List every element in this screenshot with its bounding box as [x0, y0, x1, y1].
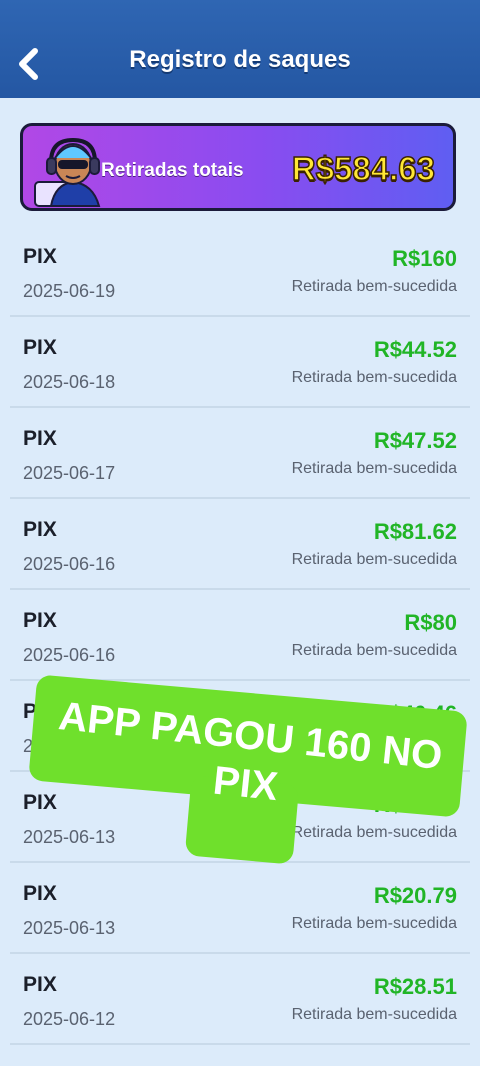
- withdrawal-status: Retirada bem-sucedida: [291, 369, 457, 386]
- withdrawal-amount: R$81.62: [373, 519, 457, 544]
- banner-label: Retiradas totais: [101, 160, 244, 181]
- withdrawal-status: Retirada bem-sucedida: [291, 824, 457, 841]
- payment-method: PIX: [23, 518, 57, 541]
- withdrawal-amount: R$40.46: [373, 701, 457, 726]
- withdrawal-status: Retirada bem-sucedida: [291, 915, 457, 932]
- total-withdrawals-banner: Retiradas totais R$584.63: [20, 123, 456, 211]
- withdrawal-amount: R$13.54: [373, 792, 457, 817]
- withdrawal-amount: R$80: [404, 610, 457, 635]
- withdrawal-date: 2025-06-17: [23, 463, 116, 483]
- withdrawal-status: Retirada bem-sucedida: [291, 733, 457, 750]
- withdrawal-status: Retirada bem-sucedida: [291, 642, 457, 659]
- payment-method: PIX: [23, 245, 57, 268]
- withdrawal-date: 2025-06-16: [23, 645, 116, 665]
- payment-method: PIX: [23, 609, 57, 632]
- withdrawal-status: Retirada bem-sucedida: [291, 1006, 457, 1023]
- withdrawal-date: 2025-06-14: [23, 736, 116, 756]
- payment-method: PIX: [23, 973, 57, 996]
- withdrawal-date: 2025-06-13: [23, 918, 116, 938]
- withdrawal-status: Retirada bem-sucedida: [291, 460, 457, 477]
- list-item: PIX 2025-06-18 R$44.52 Retirada bem-suce…: [10, 317, 470, 408]
- withdrawal-date: 2025-06-16: [23, 554, 116, 574]
- payment-method: PIX: [23, 700, 57, 723]
- withdrawal-amount: R$28.51: [373, 974, 457, 999]
- list-item: PIX 2025-06-19 R$160 Retirada bem-sucedi…: [10, 226, 470, 317]
- withdrawal-list: PIX 2025-06-19 R$160 Retirada bem-sucedi…: [10, 226, 470, 1045]
- payment-method: PIX: [23, 791, 57, 814]
- withdrawal-date: 2025-06-13: [23, 827, 116, 847]
- withdrawal-date: 2025-06-19: [23, 281, 116, 301]
- app-header: Registro de saques: [0, 0, 480, 98]
- payment-method: PIX: [23, 882, 57, 905]
- total-amount: R$584.63: [291, 149, 436, 188]
- withdrawal-date: 2025-06-12: [23, 1009, 116, 1029]
- list-item: PIX 2025-06-13 R$20.79 Retirada bem-suce…: [10, 863, 470, 954]
- withdrawal-amount: R$20.79: [373, 883, 457, 908]
- payment-method: PIX: [23, 427, 57, 450]
- withdrawal-amount: R$47.52: [373, 428, 457, 453]
- dj-avatar-icon: [34, 137, 101, 207]
- list-item: PIX 2025-06-12 R$28.51 Retirada bem-suce…: [10, 954, 470, 1045]
- list-item: PIX 2025-06-14 R$40.46 Retirada bem-suce…: [10, 681, 470, 772]
- withdrawal-amount: R$160: [392, 246, 457, 271]
- list-item: PIX 2025-06-16 R$81.62 Retirada bem-suce…: [10, 499, 470, 590]
- list-item: PIX 2025-06-17 R$47.52 Retirada bem-suce…: [10, 408, 470, 499]
- list-item: PIX 2025-06-13 R$13.54 Retirada bem-suce…: [10, 772, 470, 863]
- withdrawal-status: Retirada bem-sucedida: [291, 278, 457, 295]
- withdrawal-amount: R$44.52: [373, 337, 457, 362]
- payment-method: PIX: [23, 336, 57, 359]
- list-item: PIX 2025-06-16 R$80 Retirada bem-sucedid…: [10, 590, 470, 681]
- withdrawal-status: Retirada bem-sucedida: [291, 551, 457, 568]
- page-title: Registro de saques: [129, 46, 351, 73]
- withdrawal-date: 2025-06-18: [23, 372, 116, 392]
